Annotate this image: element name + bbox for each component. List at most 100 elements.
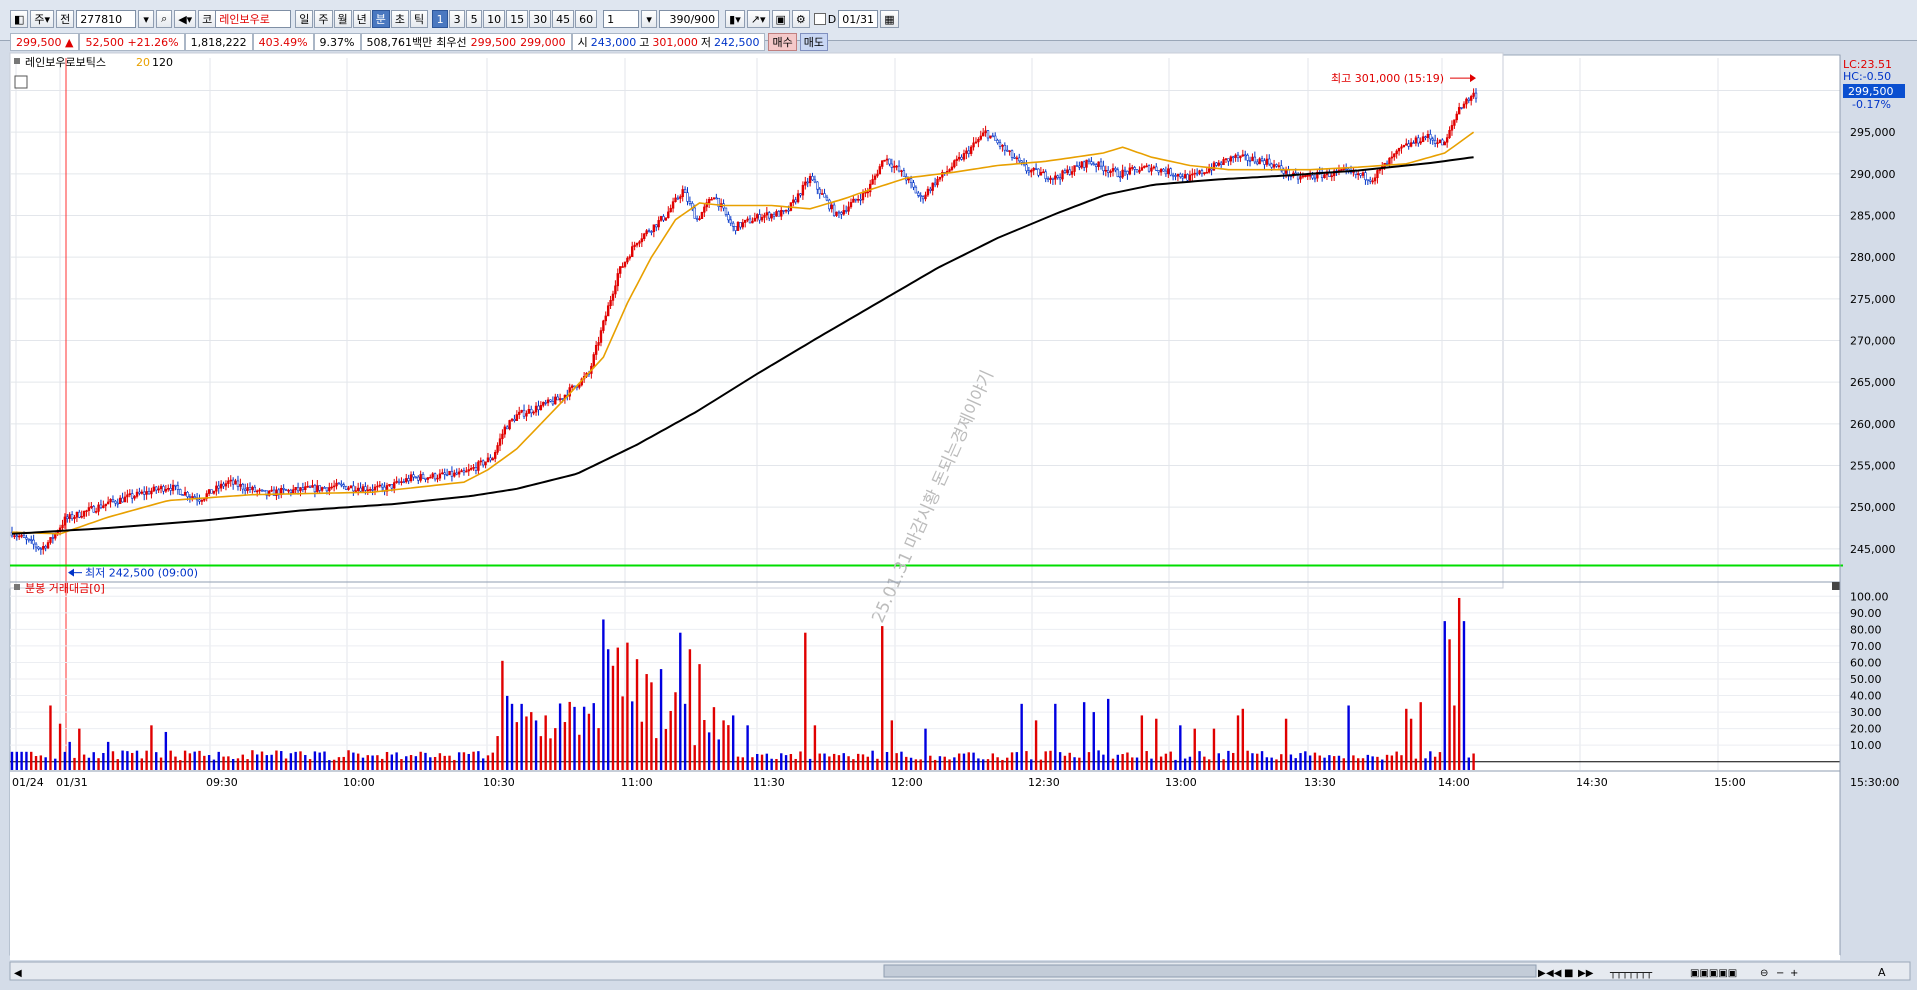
volume-bar	[405, 756, 408, 771]
scope-button[interactable]: 전	[56, 10, 75, 28]
candle-body	[965, 150, 968, 154]
period-button-4[interactable]: 분	[371, 10, 390, 28]
save-icon[interactable]: ▣	[771, 10, 790, 28]
interval-button-2[interactable]: 5	[466, 10, 483, 28]
x-tick-label: 01/24	[12, 776, 44, 789]
volume-bar	[193, 751, 196, 771]
candle-body	[179, 489, 182, 495]
scrollbar-thumb[interactable]	[883, 964, 1537, 978]
candle-body	[811, 175, 814, 181]
plus-icon[interactable]: +	[1790, 968, 1798, 979]
period-button-1[interactable]: 주	[314, 10, 333, 28]
multiplier-dropdown-icon[interactable]: ▾	[641, 10, 658, 28]
scrollbar[interactable]: ◀ ▶ ◀◀ ■ ▶▶ ┬┬┬┬┬┬┬ ▣▣▣▣▣ ⊖ − + A	[9, 961, 1911, 981]
candle-body	[1164, 170, 1168, 175]
candle-body	[643, 233, 646, 239]
calendar-icon[interactable]: ▦	[880, 10, 899, 28]
candle-body	[1436, 142, 1439, 145]
interval-button-7[interactable]: 60	[575, 10, 598, 28]
candle-body	[671, 201, 675, 209]
candle-body	[909, 178, 913, 183]
x-tick-label: 11:00	[621, 776, 653, 789]
font-size-icon[interactable]: A	[1878, 966, 1886, 979]
candle-body	[662, 216, 665, 221]
market-select[interactable]: 주 ▾	[30, 10, 55, 28]
interval-button-3[interactable]: 10	[483, 10, 506, 28]
sell-button[interactable]: 매도	[799, 33, 828, 51]
search-icon[interactable]: ⌕	[156, 10, 173, 28]
volume-bar	[539, 736, 543, 771]
draw-icon[interactable]: ↗▾	[746, 10, 770, 28]
candle-body	[631, 246, 634, 257]
count-field[interactable]: 390/900	[659, 10, 720, 28]
rewind-icon[interactable]: ◀◀	[1546, 968, 1562, 979]
date-input[interactable]: 01/31	[838, 10, 879, 28]
volume-bar	[97, 758, 100, 771]
candle-body	[1340, 169, 1343, 171]
scroll-left-icon[interactable]: ◀	[14, 968, 22, 979]
volume-bar	[688, 649, 692, 771]
candle-body	[989, 135, 992, 139]
candle-body	[1099, 161, 1103, 167]
scroll-right-icon[interactable]: ▶	[1538, 968, 1546, 979]
buy-button[interactable]: 매수	[768, 33, 797, 51]
zoom-slider-icon[interactable]: ┬┬┬┬┬┬┬	[1609, 968, 1653, 979]
candle-body	[751, 220, 754, 224]
date-toggle[interactable]: D	[813, 13, 836, 26]
period-button-5[interactable]: 초	[390, 10, 410, 28]
turnover: 9.37%	[313, 33, 361, 51]
candle-body	[1128, 167, 1132, 175]
volume-bar	[914, 759, 918, 771]
candle-body	[996, 139, 999, 144]
volume-bar	[1116, 754, 1120, 771]
candle-body	[638, 241, 641, 244]
view-tools-icon[interactable]: ▣▣▣▣▣	[1690, 968, 1737, 979]
stock-name-field[interactable]: 레인보우로	[215, 10, 292, 28]
candle-body	[436, 477, 439, 480]
candle-body	[1046, 178, 1050, 180]
candle-body	[181, 494, 184, 496]
volume-bar	[751, 757, 754, 771]
multiplier-input[interactable]: 1	[603, 10, 640, 28]
period-button-6[interactable]: 틱	[410, 10, 429, 28]
candle-body	[477, 461, 480, 471]
candle-body	[85, 510, 88, 512]
candle-body	[1313, 177, 1317, 180]
gear-icon[interactable]: ⚙	[791, 10, 810, 28]
volume-bar	[587, 713, 591, 771]
volume-bar	[1232, 752, 1235, 771]
period-button-0[interactable]: 일	[295, 10, 314, 28]
volume-title: 분봉 거래대금[0]	[25, 582, 105, 595]
code-input[interactable]: 277810	[76, 10, 137, 28]
volume-bar	[241, 754, 244, 771]
interval-button-1[interactable]: 3	[449, 10, 466, 28]
sound-icon[interactable]: ◀▾	[174, 10, 197, 28]
candle-body	[431, 473, 434, 478]
date-checkbox[interactable]	[813, 13, 826, 25]
code-dropdown-icon[interactable]: ▾	[138, 10, 155, 28]
zoom-out-icon[interactable]: ⊖	[1760, 968, 1768, 979]
interval-button-6[interactable]: 45	[552, 10, 575, 28]
candle-body	[114, 500, 117, 504]
volume-tick-label: 40.00	[1850, 690, 1882, 703]
minus-icon[interactable]: −	[1776, 968, 1784, 979]
candle-body	[1448, 129, 1451, 138]
interval-button-0[interactable]: 1	[432, 10, 449, 28]
volume-bar	[621, 696, 624, 771]
candle-body	[289, 489, 293, 493]
candle-body	[715, 197, 718, 200]
volume-bar	[1131, 757, 1134, 771]
period-button-3[interactable]: 년	[352, 10, 371, 28]
period-button-2[interactable]: 월	[333, 10, 352, 28]
layout-icon[interactable]: ◧	[10, 10, 29, 28]
interval-button-4[interactable]: 15	[506, 10, 529, 28]
interval-button-5[interactable]: 30	[529, 10, 552, 28]
candle-body	[994, 135, 997, 141]
forward-icon[interactable]: ▶▶	[1578, 968, 1594, 979]
candle-body	[1135, 169, 1139, 173]
volume-bar	[794, 758, 797, 771]
volume-bar	[568, 701, 571, 771]
stop-icon[interactable]: ■	[1564, 968, 1573, 979]
indicator-icon[interactable]: ▮▾	[725, 10, 745, 28]
y-tick-label: 260,000	[1850, 418, 1896, 431]
